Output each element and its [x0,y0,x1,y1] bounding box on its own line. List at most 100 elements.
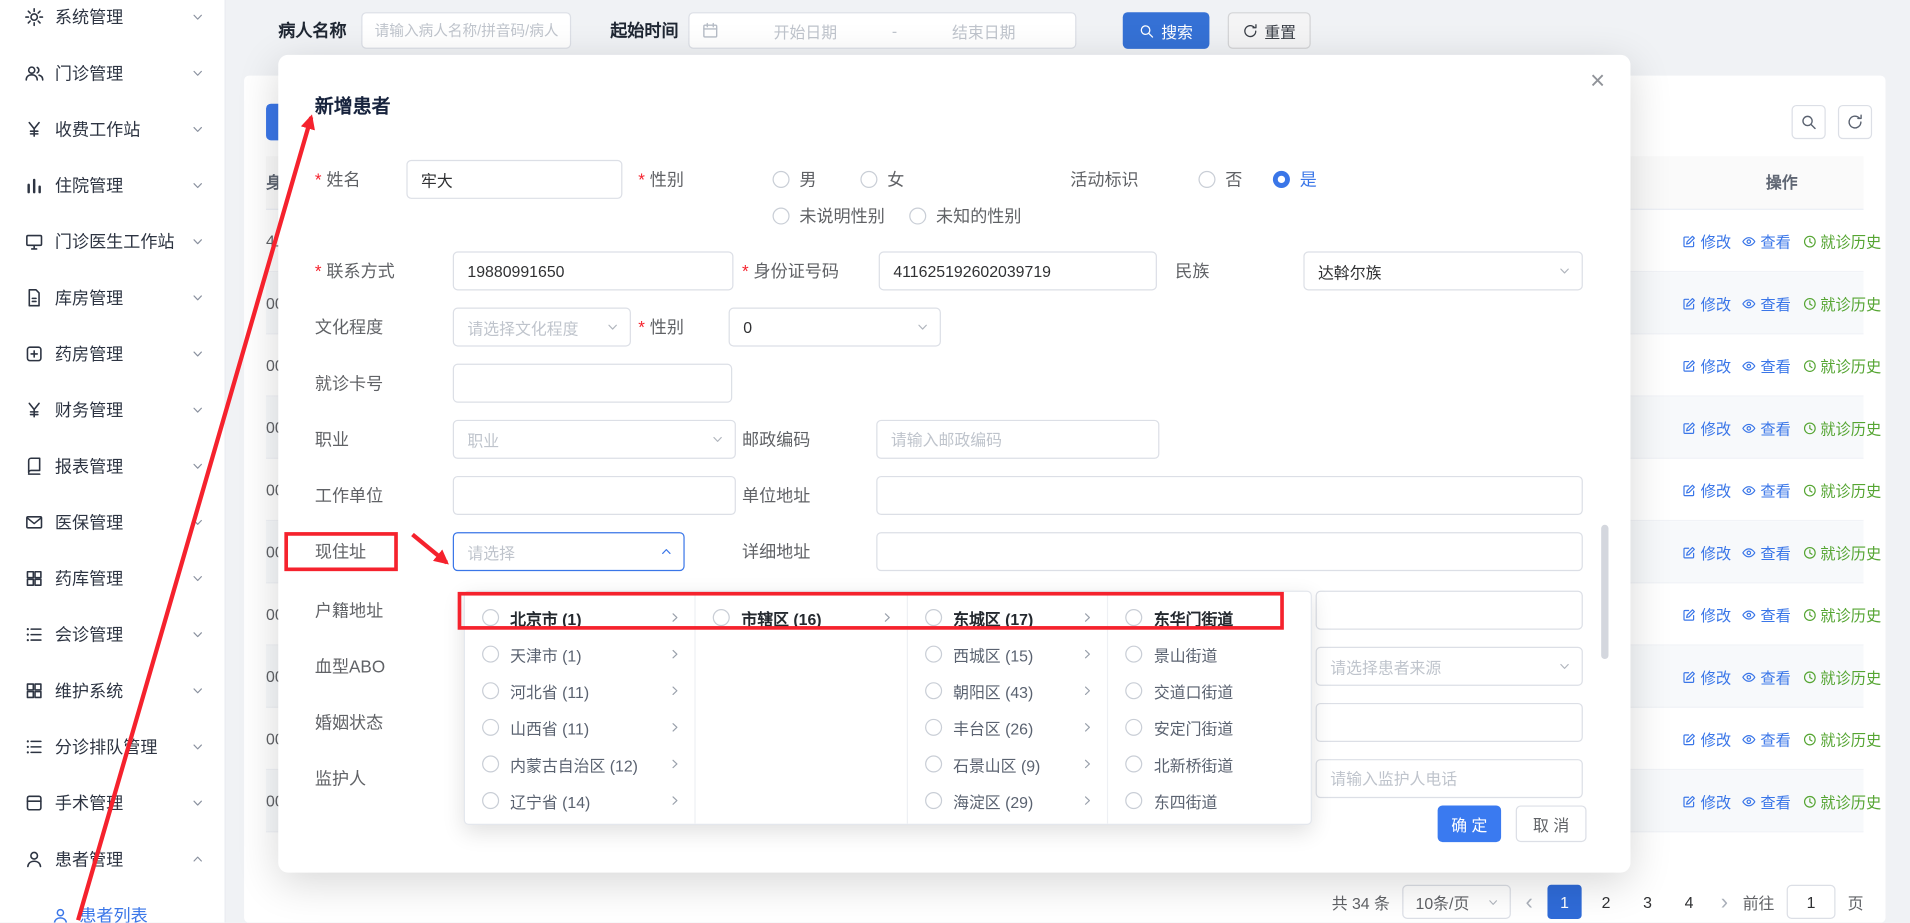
text-input[interactable] [1316,703,1583,742]
cascader-option[interactable]: 西城区 (15) [908,636,1108,673]
radio-icon[interactable] [482,682,499,699]
reset-button[interactable]: 重置 [1228,12,1311,49]
cascader-option[interactable]: 内蒙古自治区 (12) [465,746,695,783]
patient-source-select[interactable]: 请选择患者来源 [1316,647,1583,686]
modify-link[interactable]: 修改 [1682,478,1731,501]
modify-link[interactable]: 修改 [1682,790,1731,813]
prev-page-button[interactable]: ‹ [1523,885,1535,919]
modify-link[interactable]: 修改 [1682,416,1731,439]
gender-radio-unspecified[interactable]: 未说明性别 [773,206,885,226]
sidebar-item[interactable]: 分诊排队管理 [0,719,225,775]
view-link[interactable]: 查看 [1742,354,1791,377]
close-icon[interactable]: × [1590,67,1605,96]
cascader-option[interactable]: 山西省 (11) [465,709,695,746]
cascader-option[interactable]: 丰台区 (26) [908,709,1108,746]
visit-history-link[interactable]: 就诊历史 [1802,790,1881,813]
modify-link[interactable]: 修改 [1682,354,1731,377]
radio-icon[interactable] [482,646,499,663]
sidebar-item[interactable]: 会诊管理 [0,607,225,663]
view-link[interactable]: 查看 [1742,478,1791,501]
text-input[interactable] [1316,591,1583,630]
visit-history-link[interactable]: 就诊历史 [1802,665,1881,688]
table-search-button[interactable] [1792,105,1826,139]
visit-history-link[interactable]: 就诊历史 [1802,229,1881,252]
current-address-select[interactable]: 请选择 [453,532,685,571]
radio-ic on[interactable] [925,646,942,663]
cascader-option[interactable]: 辽宁省 (14) [465,782,695,819]
modify-link[interactable]: 修改 [1682,727,1731,750]
occupation-select[interactable]: 职业 [453,420,736,459]
gender-radio-female[interactable]: 女 [860,170,904,190]
view-link[interactable]: 查看 [1742,727,1791,750]
cascader-option[interactable]: 景山街道 [1109,636,1311,673]
view-link[interactable]: 查看 [1742,229,1791,252]
contact-input[interactable] [453,251,734,290]
work-unit-input[interactable] [453,476,736,515]
visit-history-link[interactable]: 就诊历史 [1802,416,1881,439]
modify-link[interactable]: 修改 [1682,603,1731,626]
page-size-select[interactable]: 10条/页 [1402,885,1511,919]
sidebar-item[interactable]: 门诊医生工作站 [0,214,225,270]
table-refresh-button[interactable] [1838,105,1872,139]
radio-icon[interactable] [1126,646,1143,663]
modal-scrollbar[interactable] [1601,525,1608,659]
guardian-phone-input[interactable] [1316,759,1583,798]
page-button[interactable]: 2 [1589,885,1623,919]
postal-code-input[interactable] [876,420,1159,459]
modify-link[interactable]: 修改 [1682,292,1731,315]
cascader-option[interactable]: 天津市 (1) [465,636,695,673]
gender-radio-unknown[interactable]: 未知的性别 [909,206,1021,226]
view-link[interactable]: 查看 [1742,790,1791,813]
visit-history-link[interactable]: 就诊历史 [1802,727,1881,750]
radio-icon[interactable] [1126,792,1143,809]
visit-history-link[interactable]: 就诊历史 [1802,354,1881,377]
sidebar-item[interactable]: 药库管理 [0,550,225,606]
date-range-picker[interactable]: 开始日期 - 结束日期 [688,12,1076,49]
cancel-button[interactable]: 取 消 [1516,805,1587,842]
cascader-option[interactable]: 海淀区 (29) [908,782,1108,819]
radio-ic on[interactable] [925,609,942,626]
page-button[interactable]: 3 [1630,885,1664,919]
id-number-input[interactable] [879,251,1157,290]
radio-icon[interactable] [1126,755,1143,772]
radio-icon[interactable] [713,609,730,626]
confirm-button[interactable]: 确 定 [1438,805,1501,842]
sidebar-item[interactable]: 门诊管理 [0,45,225,101]
sidebar-item[interactable]: 住院管理 [0,157,225,213]
radio-icon[interactable] [482,719,499,736]
visit-history-link[interactable]: 就诊历史 [1802,478,1881,501]
sidebar-item[interactable]: 系统管理 [0,0,225,45]
sidebar-item[interactable]: 药房管理 [0,326,225,382]
view-link[interactable]: 查看 [1742,541,1791,564]
cascader-option[interactable]: 东城区 (17) [908,599,1108,636]
sidebar-item-patient-list[interactable]: 患者列表 [0,887,225,922]
cascader-option[interactable]: 北京市 (1) [465,599,695,636]
sidebar-item[interactable]: 财务管理 [0,382,225,438]
next-page-button[interactable]: › [1718,885,1730,919]
visit-history-link[interactable]: 就诊历史 [1802,603,1881,626]
sidebar-item[interactable]: 收费工作站 [0,101,225,157]
radio-icon[interactable] [1126,609,1143,626]
cascader-option[interactable]: 朝阳区 (43) [908,672,1108,709]
name-input[interactable] [406,160,622,199]
cascader-option[interactable]: 石景山区 (9) [908,746,1108,783]
view-link[interactable]: 查看 [1742,603,1791,626]
view-link[interactable]: 查看 [1742,416,1791,439]
search-button[interactable]: 搜索 [1123,12,1210,49]
radio-icon[interactable] [482,792,499,809]
view-link[interactable]: 查看 [1742,292,1791,315]
ethnicity-select[interactable]: 达斡尔族 [1303,251,1582,290]
visit-history-link[interactable]: 就诊历史 [1802,541,1881,564]
modify-link[interactable]: 修改 [1682,541,1731,564]
radio-ic on[interactable] [925,719,942,736]
radio-ic on[interactable] [925,792,942,809]
radio-icon[interactable] [482,609,499,626]
sidebar-item[interactable]: 报表管理 [0,438,225,494]
cascader-option[interactable]: 安定门街道 [1109,709,1311,746]
radio-icon[interactable] [482,755,499,772]
gender-radio-male[interactable]: 男 [773,170,817,190]
page-button[interactable]: 4 [1672,885,1706,919]
patient-name-input[interactable] [361,12,571,49]
radio-icon[interactable] [1126,682,1143,699]
gender2-select[interactable]: 0 [729,308,941,347]
